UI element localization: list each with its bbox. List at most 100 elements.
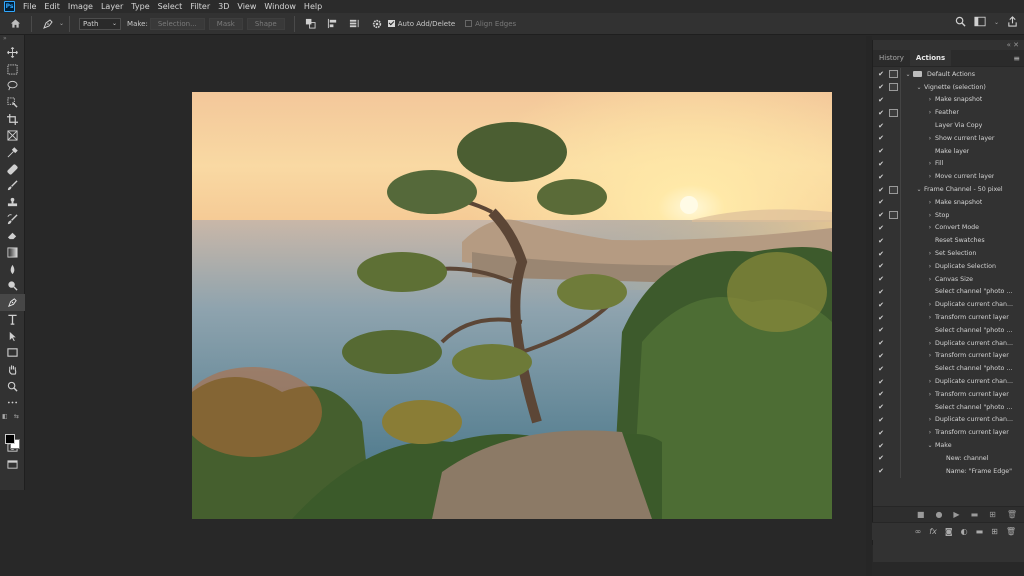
- dialog-toggle-icon[interactable]: [889, 147, 898, 155]
- chevron-down-icon[interactable]: ⌄: [914, 84, 924, 91]
- path-arrangement-icon[interactable]: [348, 17, 362, 31]
- dialog-toggle-icon[interactable]: [889, 365, 898, 373]
- dialog-toggle-icon[interactable]: [889, 352, 898, 360]
- action-row[interactable]: ✔ › Stop: [875, 208, 1023, 222]
- action-toggle-check-icon[interactable]: ✔: [875, 442, 887, 450]
- dialog-toggle-icon[interactable]: [889, 224, 898, 232]
- menu-layer[interactable]: Layer: [97, 2, 127, 11]
- dialog-toggle-icon[interactable]: [889, 134, 898, 142]
- action-toggle-check-icon[interactable]: ✔: [875, 403, 887, 411]
- action-row[interactable]: ✔ › Transform current layer: [875, 311, 1023, 324]
- dialog-toggle-icon[interactable]: [889, 314, 898, 322]
- dialog-toggle-icon[interactable]: [889, 96, 898, 104]
- dialog-toggle-icon[interactable]: [889, 173, 898, 181]
- chevron-right-icon[interactable]: ›: [925, 340, 935, 347]
- stop-icon[interactable]: ■: [917, 510, 925, 519]
- dialog-toggle-icon[interactable]: [889, 339, 898, 347]
- action-row[interactable]: ✔ ⌄ Default Actions: [875, 68, 1023, 81]
- tab-history[interactable]: History: [873, 50, 910, 66]
- marquee-tool-icon[interactable]: [0, 61, 25, 78]
- action-row[interactable]: ✔ ⌄ Frame Channel - 50 pixel: [875, 183, 1023, 196]
- action-row[interactable]: ✔ Select channel "photo ...: [875, 362, 1023, 376]
- history-brush-tool-icon[interactable]: [0, 211, 25, 228]
- type-tool-icon[interactable]: [0, 311, 25, 328]
- eyedropper-tool-icon[interactable]: [0, 144, 25, 161]
- action-toggle-check-icon[interactable]: ✔: [875, 96, 887, 104]
- chevron-right-icon[interactable]: ›: [925, 173, 935, 180]
- adjustment-layer-icon[interactable]: ◐: [961, 527, 968, 536]
- rectangle-tool-icon[interactable]: [0, 344, 25, 361]
- action-toggle-check-icon[interactable]: ✔: [875, 467, 887, 475]
- more-tools-icon[interactable]: [0, 394, 25, 411]
- action-row[interactable]: ✔ › Duplicate Selection: [875, 259, 1023, 273]
- action-toggle-check-icon[interactable]: ✔: [875, 390, 887, 398]
- action-row[interactable]: ✔ › Set Selection: [875, 247, 1023, 260]
- menu-3d[interactable]: 3D: [214, 2, 233, 11]
- dialog-toggle-icon[interactable]: [889, 467, 898, 475]
- document-canvas-photo[interactable]: [192, 92, 832, 519]
- chevron-right-icon[interactable]: ›: [925, 263, 935, 270]
- path-selection-tool-icon[interactable]: [0, 328, 25, 345]
- action-toggle-check-icon[interactable]: ✔: [875, 352, 887, 360]
- menu-image[interactable]: Image: [64, 2, 97, 11]
- dialog-toggle-icon[interactable]: [889, 108, 898, 117]
- link-layers-icon[interactable]: ∞: [915, 527, 922, 536]
- record-icon[interactable]: ●: [935, 510, 942, 519]
- chevron-right-icon[interactable]: ›: [925, 352, 935, 359]
- action-row[interactable]: ✔ › Duplicate current chan...: [875, 375, 1023, 388]
- action-toggle-check-icon[interactable]: ✔: [875, 429, 887, 437]
- share-icon[interactable]: [1007, 16, 1018, 29]
- object-selection-tool-icon[interactable]: [0, 94, 25, 111]
- menu-help[interactable]: Help: [300, 2, 326, 11]
- action-toggle-check-icon[interactable]: ✔: [875, 378, 887, 386]
- layer-mask-icon[interactable]: ◙: [945, 527, 953, 536]
- dialog-toggle-icon[interactable]: [889, 262, 898, 270]
- dialog-toggle-icon[interactable]: [889, 160, 898, 168]
- gradient-tool-icon[interactable]: [0, 244, 25, 261]
- collapse-arrows-icon[interactable]: »: [0, 35, 24, 44]
- action-toggle-check-icon[interactable]: ✔: [875, 454, 887, 462]
- make-shape-button[interactable]: Shape: [246, 17, 285, 30]
- menu-select[interactable]: Select: [154, 2, 187, 11]
- eraser-tool-icon[interactable]: [0, 228, 25, 245]
- action-toggle-check-icon[interactable]: ✔: [875, 160, 887, 168]
- action-toggle-check-icon[interactable]: ✔: [875, 288, 887, 296]
- trash-icon[interactable]: 🗑: [1007, 510, 1017, 519]
- dialog-toggle-icon[interactable]: [889, 288, 898, 296]
- path-operations-icon[interactable]: [304, 17, 318, 31]
- chevron-right-icon[interactable]: ›: [925, 429, 935, 436]
- dialog-toggle-icon[interactable]: [889, 390, 898, 398]
- crop-tool-icon[interactable]: [0, 111, 25, 128]
- trash-icon[interactable]: 🗑: [1006, 527, 1016, 536]
- dialog-toggle-icon[interactable]: [889, 250, 898, 258]
- chevron-right-icon[interactable]: ›: [925, 96, 935, 103]
- action-row[interactable]: ✔ › Duplicate current chan...: [875, 413, 1023, 427]
- menu-file[interactable]: File: [19, 2, 40, 11]
- chevron-right-icon[interactable]: ›: [925, 391, 935, 398]
- action-toggle-check-icon[interactable]: ✔: [875, 237, 887, 245]
- path-alignment-icon[interactable]: [326, 17, 340, 31]
- dialog-toggle-icon[interactable]: [889, 416, 898, 424]
- panel-collapse-icon[interactable]: « ✕: [873, 40, 1024, 50]
- frame-tool-icon[interactable]: [0, 127, 25, 144]
- action-row[interactable]: ✔ › Duplicate current chan...: [875, 336, 1023, 350]
- new-action-icon[interactable]: ⊞: [989, 510, 996, 519]
- menu-window[interactable]: Window: [260, 2, 300, 11]
- menu-filter[interactable]: Filter: [186, 2, 214, 11]
- action-toggle-check-icon[interactable]: ✔: [875, 109, 887, 117]
- action-toggle-check-icon[interactable]: ✔: [875, 173, 887, 181]
- dodge-tool-icon[interactable]: [0, 278, 25, 295]
- chevron-down-icon[interactable]: ⌄: [994, 19, 999, 26]
- action-toggle-check-icon[interactable]: ✔: [875, 326, 887, 334]
- zoom-tool-icon[interactable]: [0, 378, 25, 395]
- action-row[interactable]: ✔ › Canvas Size: [875, 272, 1023, 286]
- action-toggle-check-icon[interactable]: ✔: [875, 314, 887, 322]
- gear-icon[interactable]: [370, 17, 384, 31]
- action-row[interactable]: ✔ › Make snapshot: [875, 93, 1023, 107]
- action-toggle-check-icon[interactable]: ✔: [875, 83, 887, 91]
- action-row[interactable]: ✔ › Show current layer: [875, 131, 1023, 145]
- auto-add-delete-checkbox[interactable]: [387, 20, 395, 27]
- action-row[interactable]: ✔ › Move current layer: [875, 170, 1023, 184]
- chevron-down-icon[interactable]: ⌄: [903, 71, 913, 78]
- action-row[interactable]: ✔ › Make snapshot: [875, 195, 1023, 209]
